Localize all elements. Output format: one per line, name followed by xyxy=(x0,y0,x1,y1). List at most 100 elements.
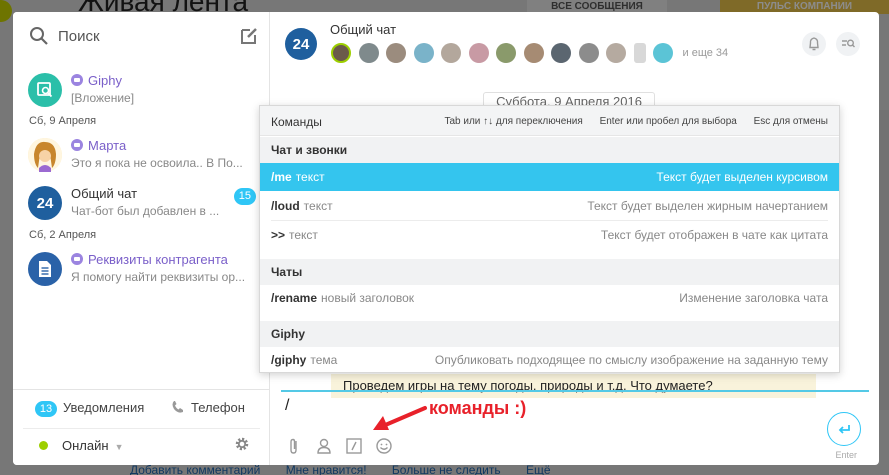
giphy-avatar xyxy=(28,73,62,107)
group-header: Чат и звонки xyxy=(260,137,839,163)
member-avatar[interactable] xyxy=(523,43,544,63)
group-header: Чаты xyxy=(260,259,839,285)
chat-avatar: 24 xyxy=(285,28,317,60)
popup-hints: Tab или ↑↓ для переключения Enter или пр… xyxy=(430,116,828,127)
member-avatar[interactable] xyxy=(551,43,571,63)
sidebar-footer: 13 Уведомления Телефон Онлайн ▼ xyxy=(13,389,270,465)
document-icon xyxy=(39,261,51,277)
search-in-chat-button[interactable] xyxy=(836,32,860,56)
member-avatar[interactable] xyxy=(578,43,599,63)
command-param: текст xyxy=(303,199,333,213)
chat-item-requisites[interactable]: Реквизиты контрагента Я помогу найти рек… xyxy=(13,246,270,294)
annotation-arrow xyxy=(373,406,427,430)
notifications-button[interactable]: 13 Уведомления xyxy=(35,400,144,417)
command-rename[interactable]: /rename новый заголовок Изменение заголов… xyxy=(260,284,839,312)
chat-item-giphy[interactable]: Giphy [Вложение] xyxy=(13,67,270,115)
command-description: Изменение заголовка чата xyxy=(679,291,828,305)
command-name: >> xyxy=(271,228,286,242)
member-avatar[interactable] xyxy=(606,43,626,63)
unread-badge: 15 xyxy=(233,188,256,205)
user-icon[interactable] xyxy=(315,437,333,455)
chat-name: Реквизиты контрагента xyxy=(71,252,228,267)
command-param: текст xyxy=(295,170,325,184)
chat-title: Общий чат xyxy=(330,22,397,37)
date-separator: Сб, 9 Апреля xyxy=(29,115,97,127)
command-description: Опубликовать подходящее по смыслу изобра… xyxy=(434,353,828,367)
phone-label: Телефон xyxy=(191,400,245,415)
group-header: Giphy xyxy=(260,321,839,347)
status-selector[interactable]: Онлайн ▼ xyxy=(39,438,123,453)
member-avatar[interactable] xyxy=(496,43,516,63)
member-avatar[interactable] xyxy=(331,43,351,63)
notifications-label: Уведомления xyxy=(63,400,145,415)
online-status-dot xyxy=(39,441,48,450)
member-list[interactable]: и еще 34 xyxy=(331,42,728,64)
chat-header: 24 Общий чат и еще 34 xyxy=(271,12,879,74)
compose-icon[interactable] xyxy=(240,26,259,45)
chat-name: Марта xyxy=(71,138,126,153)
chat-name: Giphy xyxy=(71,73,122,88)
command-name: /giphy xyxy=(271,353,307,367)
search-image-icon xyxy=(37,82,53,98)
member-avatar[interactable] xyxy=(441,43,461,63)
hint-tab: Tab или ↑↓ для переключения xyxy=(444,116,583,127)
user-placeholder-icon[interactable] xyxy=(653,43,673,63)
footer-divider xyxy=(23,428,260,429)
status-label: Онлайн xyxy=(62,438,109,453)
command-description: Текст будет выделен курсивом xyxy=(656,170,828,184)
input-toolbar xyxy=(285,436,405,456)
command-giphy[interactable]: /giphy тема Опубликовать подходящее по см… xyxy=(260,346,839,374)
command-description: Текст будет выделен жирным начертанием xyxy=(587,199,828,213)
chat-preview: [Вложение] xyxy=(71,91,135,105)
send-button[interactable] xyxy=(827,412,861,446)
bot-icon xyxy=(71,253,83,265)
chat-item-general[interactable]: 24 Общий чат Чат-бот был добавлен в ... … xyxy=(13,180,270,228)
commands-icon[interactable] xyxy=(345,437,363,455)
message-input[interactable]: / xyxy=(285,397,289,415)
chat-preview: Я помогу найти реквизиты ор... xyxy=(71,270,246,284)
general-chat-avatar: 24 xyxy=(28,186,62,220)
chevron-down-icon: ▼ xyxy=(114,442,124,452)
member-avatar[interactable] xyxy=(468,43,489,63)
command-description: Текст будет отображен в чате как цитата xyxy=(600,228,828,242)
requisites-avatar xyxy=(28,252,62,286)
command-loud[interactable]: /loud текст Текст будет выделен жирным на… xyxy=(260,192,839,220)
member-avatar[interactable] xyxy=(413,43,434,63)
annotation-label: команды :) xyxy=(429,398,527,418)
hint-esc: Esc для отмены xyxy=(753,116,828,127)
command-name: /loud xyxy=(271,199,300,213)
popup-header: Команды Tab или ↑↓ для переключения Ente… xyxy=(260,106,839,136)
input-focus-line xyxy=(281,390,869,392)
notifications-toggle-button[interactable] xyxy=(802,32,826,56)
search-icon xyxy=(30,27,48,45)
bot-icon xyxy=(71,74,83,86)
bell-icon xyxy=(809,37,819,51)
search-input[interactable]: Поиск xyxy=(58,28,100,45)
command-param: тема xyxy=(310,353,338,367)
message-bubble: Проведем игры на тему погоды, природы и … xyxy=(331,374,816,398)
phone-icon xyxy=(172,401,183,413)
marta-avatar-icon xyxy=(28,138,62,172)
command-name: /me xyxy=(271,170,292,184)
command-param: новый заголовок xyxy=(321,291,415,305)
bot-icon xyxy=(71,139,83,151)
commands-popup: Команды Tab или ↑↓ для переключения Ente… xyxy=(259,105,840,373)
smile-icon[interactable] xyxy=(375,437,393,455)
more-members-link[interactable]: и еще 34 xyxy=(683,47,729,59)
send-hint: Enter xyxy=(835,450,857,460)
phone-button[interactable]: Телефон xyxy=(171,400,245,415)
chat-name: Общий чат xyxy=(71,186,138,201)
command-param: текст xyxy=(289,228,318,242)
gear-icon[interactable] xyxy=(234,436,250,452)
member-avatar[interactable] xyxy=(633,43,646,63)
paperclip-icon[interactable] xyxy=(285,437,303,455)
command-me[interactable]: /me текст Текст будет выделен курсивом xyxy=(260,163,839,191)
search-bar[interactable]: Поиск xyxy=(29,26,259,48)
member-avatar[interactable] xyxy=(358,43,379,63)
chat-sidebar: Поиск Giphy [Вложение] Сб, 9 Апреля Март… xyxy=(13,12,270,465)
member-avatar[interactable] xyxy=(386,43,406,63)
command-quote[interactable]: >> текст Текст будет отображен в чате как… xyxy=(260,221,839,249)
chat-preview: Это я пока не освоила.. В По... xyxy=(71,156,243,170)
search-list-icon xyxy=(842,39,855,48)
chat-item-marta[interactable]: Марта Это я пока не освоила.. В По... xyxy=(13,132,270,180)
